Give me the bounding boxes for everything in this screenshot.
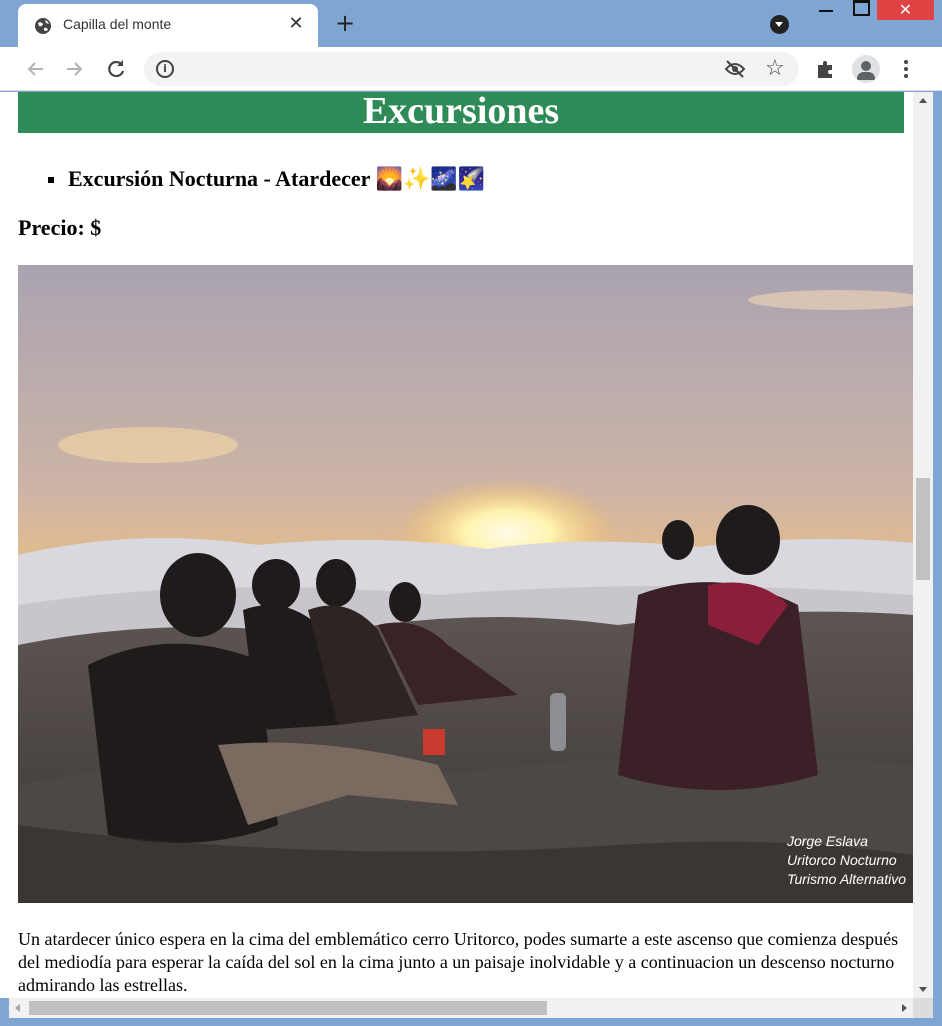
bullet-square xyxy=(48,177,54,183)
credit-line: Jorge Eslava xyxy=(786,833,868,849)
eye-off-icon[interactable] xyxy=(724,59,746,79)
bookmark-star-icon[interactable]: ☆ xyxy=(765,56,785,82)
horizontal-scrollbar[interactable] xyxy=(9,998,913,1018)
minimize-button[interactable] xyxy=(806,0,846,22)
tab-title: Capilla del monte xyxy=(63,16,172,32)
scroll-thumb[interactable] xyxy=(29,1001,547,1015)
scroll-left-icon[interactable] xyxy=(15,1004,20,1012)
globe-icon xyxy=(35,18,51,34)
forward-icon[interactable] xyxy=(61,55,89,83)
page-heading: Excursiones xyxy=(18,92,904,133)
tab-search-icon[interactable] xyxy=(770,15,789,34)
photo-credit: Jorge Eslava Uritorco Nocturno Turismo A… xyxy=(787,832,906,889)
scrollbar-corner xyxy=(913,998,933,1018)
browser-tab[interactable]: Capilla del monte ✕ xyxy=(18,4,318,47)
scroll-right-icon[interactable] xyxy=(902,1004,907,1012)
scroll-thumb[interactable] xyxy=(916,478,930,580)
profile-avatar-icon[interactable] xyxy=(852,55,880,83)
sunset-photo: Jorge Eslava Uritorco Nocturno Turismo A… xyxy=(18,265,914,903)
kebab-menu-icon[interactable] xyxy=(898,57,914,81)
scroll-down-icon[interactable] xyxy=(919,987,927,992)
description-paragraph: Un atardecer único espera en la cima del… xyxy=(18,929,899,995)
title-bar: Capilla del monte ✕ + ✕ xyxy=(0,0,942,47)
scroll-up-icon[interactable] xyxy=(919,98,927,103)
page-content: Excursiones Excursión Nocturna - Atardec… xyxy=(0,92,933,998)
credit-line: Uritorco Nocturno xyxy=(786,852,897,868)
window-close-button[interactable]: ✕ xyxy=(877,0,934,20)
tab-close-icon[interactable]: ✕ xyxy=(286,14,306,34)
site-info-icon[interactable]: i xyxy=(156,60,174,78)
browser-window: Capilla del monte ✕ + ✕ i ☆ Excursiones … xyxy=(0,0,942,1026)
reload-icon[interactable] xyxy=(102,55,130,83)
vertical-scrollbar[interactable] xyxy=(913,92,933,998)
back-icon[interactable] xyxy=(21,55,49,83)
extensions-puzzle-icon[interactable] xyxy=(815,58,837,80)
address-bar[interactable]: i ☆ xyxy=(144,52,799,86)
list-item-text: Excursión Nocturna - Atardecer 🌄✨🌌🌠 xyxy=(68,166,486,191)
browser-toolbar: i ☆ xyxy=(0,47,942,91)
price-label: Precio: $ xyxy=(18,215,102,240)
credit-line: Turismo Alternativo xyxy=(786,871,906,887)
maximize-button[interactable] xyxy=(846,0,876,22)
new-tab-button[interactable]: + xyxy=(333,11,357,36)
